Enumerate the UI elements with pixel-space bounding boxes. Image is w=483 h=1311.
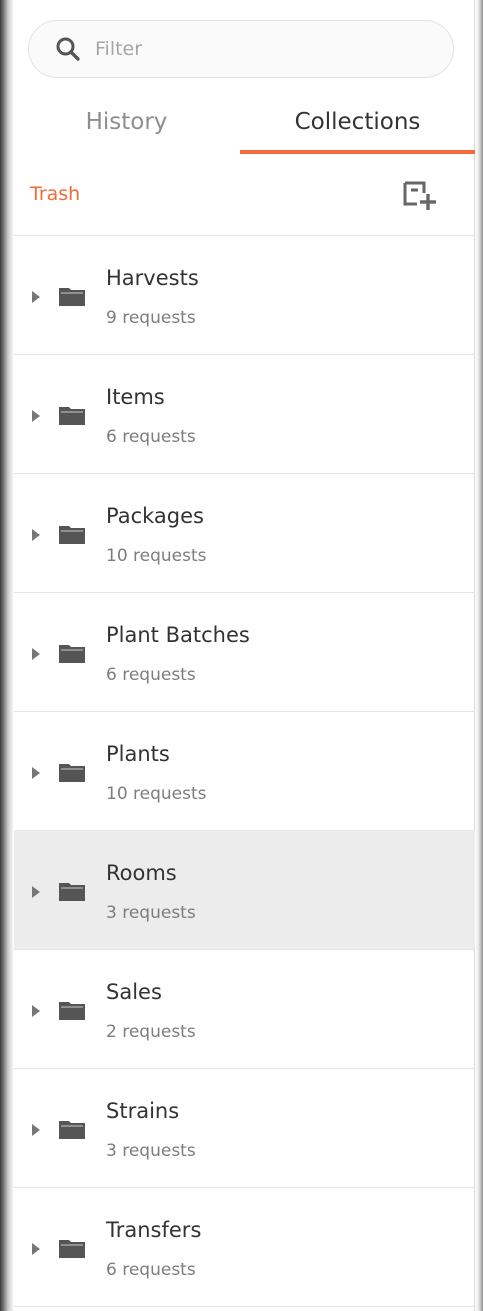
window-frame: History Collections Trash Harvests 9 req… (0, 0, 483, 1311)
trash-link[interactable]: Trash (30, 183, 80, 205)
collection-item-strains[interactable]: Strains 3 requests (14, 1069, 475, 1188)
caret-right-icon[interactable] (31, 647, 41, 661)
caret-right-icon[interactable] (31, 1123, 41, 1137)
collection-name: Harvests (106, 266, 199, 290)
collection-item-packages[interactable]: Packages 10 requests (14, 474, 475, 593)
collection-item-harvests[interactable]: Harvests 9 requests (14, 236, 475, 355)
folder-icon (59, 764, 85, 782)
search-box[interactable] (28, 20, 454, 78)
collection-name: Plants (106, 742, 170, 766)
tab-collections[interactable]: Collections (240, 90, 475, 154)
collection-request-count: 2 requests (106, 1022, 196, 1042)
caret-right-icon[interactable] (31, 885, 41, 899)
collection-request-count: 6 requests (106, 1260, 196, 1280)
collection-name: Sales (106, 980, 162, 1004)
collection-item-transfers[interactable]: Transfers 6 requests (14, 1188, 475, 1307)
collection-name: Plant Batches (106, 623, 250, 647)
folder-icon (59, 1002, 85, 1020)
collection-name: Items (106, 385, 165, 409)
tab-history[interactable]: History (14, 90, 239, 154)
folder-icon (59, 883, 85, 901)
collection-name: Packages (106, 504, 204, 528)
collection-item-plant-batches[interactable]: Plant Batches 6 requests (14, 593, 475, 712)
sidebar-panel: History Collections Trash Harvests 9 req… (14, 0, 475, 1311)
collection-request-count: 3 requests (106, 1141, 196, 1161)
folder-icon (59, 288, 85, 306)
caret-right-icon[interactable] (31, 290, 41, 304)
collection-request-count: 9 requests (106, 308, 196, 328)
caret-right-icon[interactable] (31, 528, 41, 542)
new-collection-icon[interactable] (402, 180, 438, 212)
collection-item-items[interactable]: Items 6 requests (14, 355, 475, 474)
caret-right-icon[interactable] (31, 766, 41, 780)
caret-right-icon[interactable] (31, 1242, 41, 1256)
collection-request-count: 10 requests (106, 784, 207, 804)
collections-toolbar: Trash (14, 154, 475, 236)
collection-request-count: 6 requests (106, 427, 196, 447)
collection-name: Rooms (106, 861, 177, 885)
search-icon (56, 37, 80, 61)
collection-item-rooms[interactable]: Rooms 3 requests (14, 831, 475, 950)
collections-list: Harvests 9 requests Items 6 requests Pac… (14, 236, 475, 1307)
folder-icon (59, 1240, 85, 1258)
tab-bar: History Collections (14, 90, 475, 154)
window-shadow-left (0, 0, 14, 1311)
collection-item-plants[interactable]: Plants 10 requests (14, 712, 475, 831)
collection-request-count: 10 requests (106, 546, 207, 566)
folder-icon (59, 1121, 85, 1139)
collection-request-count: 6 requests (106, 665, 196, 685)
collection-request-count: 3 requests (106, 903, 196, 923)
folder-icon (59, 407, 85, 425)
folder-icon (59, 645, 85, 663)
window-shadow-right (475, 0, 483, 1311)
search-input[interactable] (95, 38, 395, 60)
caret-right-icon[interactable] (31, 1004, 41, 1018)
collection-name: Strains (106, 1099, 180, 1123)
folder-icon (59, 526, 85, 544)
collection-item-sales[interactable]: Sales 2 requests (14, 950, 475, 1069)
caret-right-icon[interactable] (31, 409, 41, 423)
collection-name: Transfers (106, 1218, 202, 1242)
